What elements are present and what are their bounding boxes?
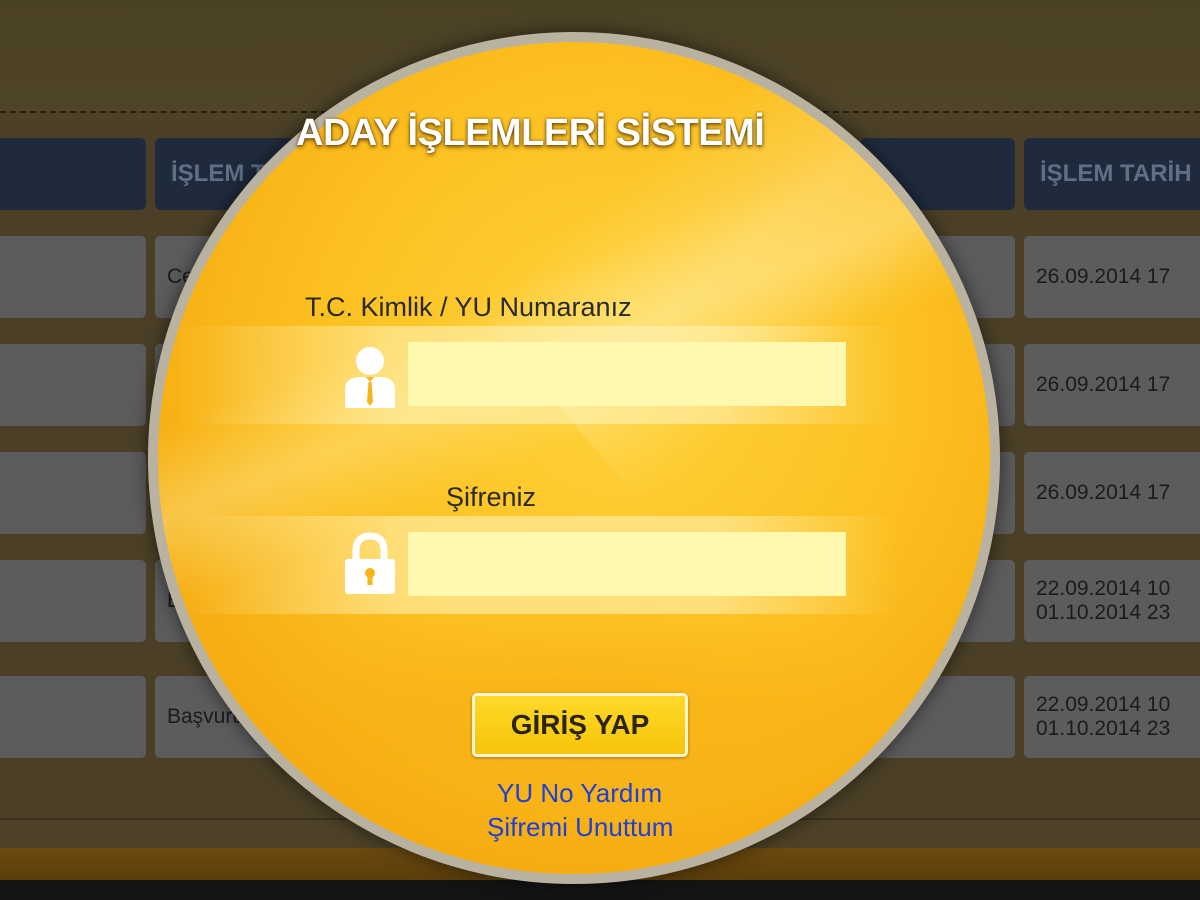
- table-cell: [0, 560, 146, 642]
- date-text: 01.10.2014 23: [1036, 601, 1171, 624]
- page: İŞLEM T İŞLEM TARİH Ce 26.09.2014 17 26.…: [0, 0, 1200, 900]
- user-icon: [342, 344, 398, 408]
- table-cell: [0, 344, 146, 426]
- forgot-password-link[interactable]: Şifremi Unuttum: [487, 812, 673, 843]
- login-button[interactable]: GİRİŞ YAP: [472, 693, 688, 757]
- lock-icon: [342, 532, 398, 596]
- table-cell-date: 22.09.2014 10 01.10.2014 23: [1024, 676, 1200, 758]
- date-text: 26.09.2014 17: [1036, 265, 1171, 288]
- table-cell-date: 26.09.2014 17: [1024, 452, 1200, 534]
- id-label: T.C. Kimlik / YU Numaranız: [305, 292, 632, 322]
- login-title: ADAY İŞLEMLERİ SİSTEMİ: [296, 112, 765, 154]
- table-cell: [0, 452, 146, 534]
- table-header-col1: [0, 138, 146, 210]
- date-text: 22.09.2014 10: [1036, 577, 1171, 600]
- id-input[interactable]: [408, 342, 846, 406]
- table-cell-date: 22.09.2014 10 01.10.2014 23: [1024, 560, 1200, 642]
- table-cell-date: 26.09.2014 17: [1024, 344, 1200, 426]
- date-text: 01.10.2014 23: [1036, 717, 1171, 740]
- date-text: 26.09.2014 17: [1036, 481, 1171, 504]
- table-cell: [0, 676, 146, 758]
- table-cell-date: 26.09.2014 17: [1024, 236, 1200, 318]
- password-input[interactable]: [408, 532, 846, 596]
- password-label: Şifreniz: [446, 482, 537, 512]
- date-text: 22.09.2014 10: [1036, 693, 1171, 716]
- date-text: 26.09.2014 17: [1036, 373, 1171, 396]
- table-header-date: İŞLEM TARİH: [1024, 138, 1200, 210]
- table-cell: [0, 236, 146, 318]
- yu-no-help-link[interactable]: YU No Yardım: [497, 778, 662, 809]
